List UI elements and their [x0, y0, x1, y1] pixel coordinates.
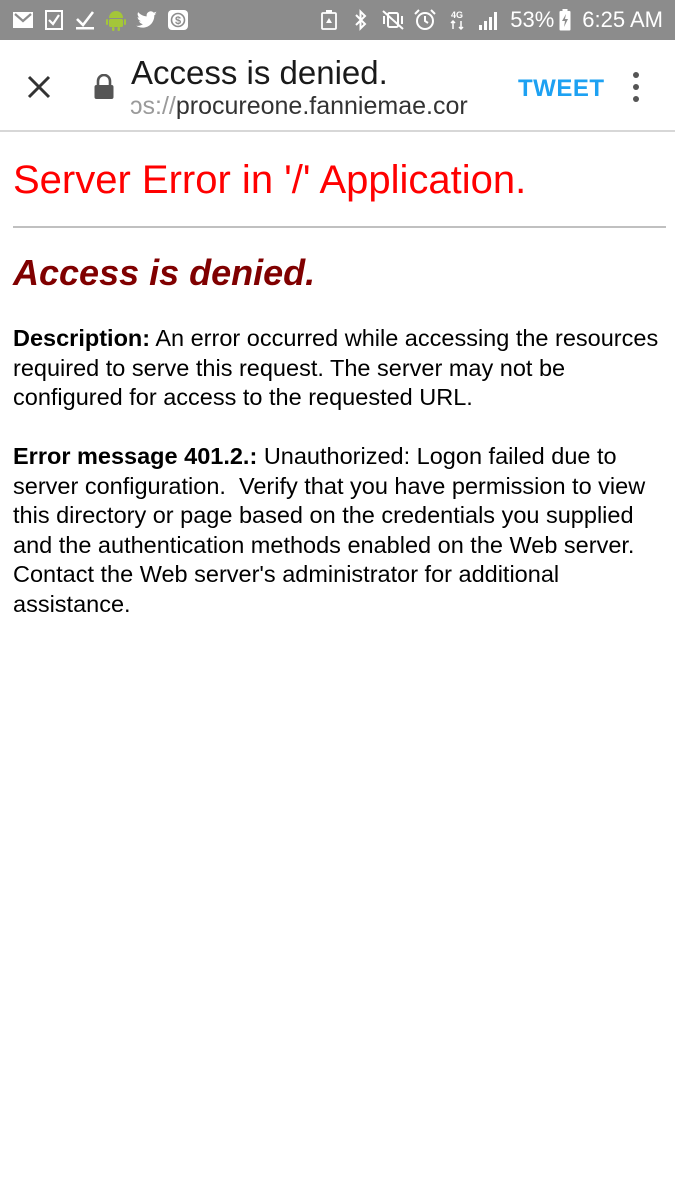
description-label: Description:	[13, 325, 151, 351]
close-icon	[27, 75, 51, 99]
twitter-icon	[136, 9, 158, 31]
recycle-icon	[318, 9, 340, 31]
custom-tab-toolbar: Access is denied. ɔs://procureone.fannie…	[0, 40, 675, 132]
error-message-label: Error message 401.2.:	[13, 443, 258, 469]
tweet-button[interactable]: TWEET	[518, 75, 605, 103]
vibrate-mute-icon	[382, 9, 404, 31]
checkmark-icon	[74, 9, 96, 31]
dollar-app-icon: $	[167, 9, 189, 31]
url-host: procureone.fanniemae.cor	[175, 92, 468, 120]
clock: 6:25 AM	[582, 7, 663, 32]
android-icon	[105, 9, 127, 31]
divider	[13, 226, 666, 228]
svg-text:$: $	[175, 15, 181, 27]
page-title: Access is denied.	[131, 54, 388, 91]
url-scheme: ɔs://	[130, 92, 176, 120]
error-message-paragraph: Error message 401.2.: Unauthorized: Logo…	[13, 442, 663, 619]
lock-icon[interactable]	[93, 73, 117, 100]
checkbox-task-icon	[43, 9, 65, 31]
battery-charging-icon	[558, 9, 572, 31]
description-paragraph: Description: An error occurred while acc…	[13, 324, 663, 413]
bluetooth-icon	[350, 9, 372, 31]
url-display[interactable]: ɔs://procureone.fanniemae.cor	[130, 92, 495, 124]
close-button[interactable]	[20, 68, 58, 106]
svg-text:4G: 4G	[451, 10, 463, 20]
server-error-heading: Server Error in '/' Application.	[13, 158, 527, 202]
error-message-text: Unauthorized: Logon failed due to server…	[13, 443, 652, 617]
data-4g-icon: 4G	[446, 9, 468, 31]
status-bar-system: 4G 53% 6:25 AM	[314, 9, 663, 31]
signal-icon	[478, 9, 500, 31]
access-denied-heading: Access is denied.	[13, 252, 316, 293]
alarm-icon	[414, 9, 436, 31]
more-options-icon[interactable]	[626, 68, 646, 106]
status-bar-notifications: $	[12, 9, 198, 31]
battery-percentage: 53%	[510, 7, 555, 32]
status-bar: $ 4G 53% 6:25 AM	[0, 0, 675, 40]
gmail-icon	[12, 9, 34, 31]
